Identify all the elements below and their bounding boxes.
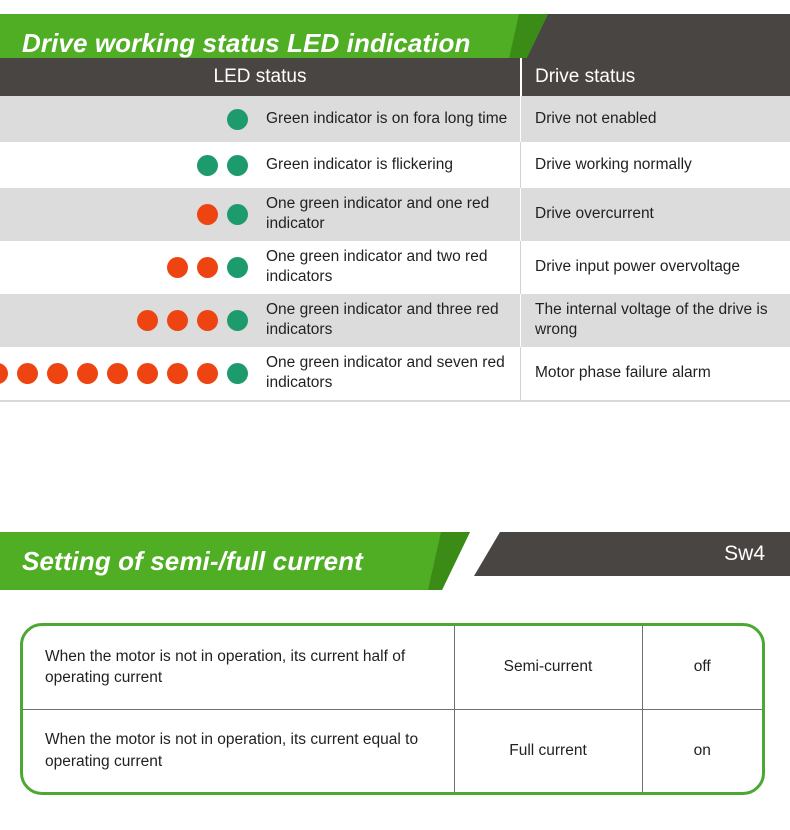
current-description-cell: When the motor is not in operation, its … — [23, 626, 455, 710]
led-dot-group — [0, 108, 250, 130]
drive-status-cell: Drive overcurrent — [520, 188, 790, 241]
table-row: One green indicator and two red indicato… — [0, 240, 790, 294]
table-row: When the motor is not in operation, its … — [23, 709, 762, 792]
led-green-dot-icon — [227, 362, 248, 384]
table-row: One green indicator and seven red indica… — [0, 346, 790, 400]
current-description-cell: When the motor is not in operation, its … — [23, 709, 455, 792]
drive-status-cell: Motor phase failure alarm — [520, 346, 790, 400]
table-row: Green indicator is flickering Drive worki… — [0, 142, 790, 188]
led-status-text: One green indicator and two red indicato… — [266, 247, 488, 286]
led-status-text: Green indicator is on fora long time — [266, 109, 508, 127]
current-mode-cell: Semi-current — [454, 626, 643, 710]
led-status-text: Green indicator is flickering — [266, 155, 453, 173]
led-red-dot-icon — [77, 362, 98, 384]
current-mode-cell: Full current — [454, 709, 643, 792]
switch-state-cell: off — [642, 626, 762, 710]
led-dot-group — [0, 203, 250, 225]
led-red-dot-icon — [167, 256, 188, 278]
led-status-cell: One green indicator and seven red indica… — [0, 347, 520, 400]
led-table-body: Green indicator is on fora long time Driv… — [0, 96, 790, 400]
led-status-cell: Green indicator is on fora long time — [0, 96, 520, 142]
led-red-dot-icon — [167, 309, 188, 331]
led-red-dot-icon — [137, 362, 158, 384]
led-red-dot-icon — [197, 362, 218, 384]
led-status-text: One green indicator and seven red indica… — [266, 353, 505, 392]
table-row: One green indicator and three red indica… — [0, 293, 790, 347]
led-red-dot-icon — [197, 203, 218, 225]
current-section-banner: Setting of semi-/full current Sw4 — [0, 518, 790, 590]
led-green-dot-icon — [227, 154, 248, 176]
table-row: One green indicator and one red indicato… — [0, 188, 790, 241]
led-red-dot-icon — [107, 362, 128, 384]
led-red-dot-icon — [167, 362, 188, 384]
led-status-cell: One green indicator and two red indicato… — [0, 241, 520, 294]
led-status-text: One green indicator and one red indicato… — [266, 195, 490, 233]
led-red-dot-icon — [47, 362, 68, 384]
led-dot-group — [0, 362, 250, 384]
table-row: Green indicator is on fora long time Driv… — [0, 96, 790, 142]
drive-status-cell: Drive input power overvoltage — [520, 240, 790, 294]
led-status-text: One green indicator and three red indica… — [266, 300, 499, 339]
led-green-dot-icon — [227, 203, 248, 225]
current-section-title: Setting of semi-/full current — [22, 546, 363, 576]
led-indication-section: Drive working status LED indication LED … — [0, 0, 790, 402]
led-dot-group — [0, 309, 250, 331]
led-dot-group — [0, 154, 250, 176]
led-status-cell: Green indicator is flickering — [0, 142, 520, 188]
led-section-banner: Drive working status LED indication — [0, 0, 790, 72]
switch-state-cell: on — [693, 741, 711, 759]
led-red-dot-icon — [0, 362, 8, 384]
led-table-bottom-rule — [0, 399, 790, 402]
led-red-dot-icon — [197, 309, 218, 331]
led-red-dot-icon — [17, 362, 38, 384]
current-setting-section: Setting of semi-/full current Sw4 When t… — [0, 518, 790, 795]
led-red-dot-icon — [137, 309, 158, 331]
led-green-dot-icon — [227, 309, 248, 331]
table-row: When the motor is not in operation, its … — [23, 626, 762, 710]
led-status-cell: One green indicator and one red indicato… — [0, 188, 520, 241]
led-red-dot-icon — [197, 256, 218, 278]
led-green-dot-icon — [227, 256, 248, 278]
current-setting-table: When the motor is not in operation, its … — [23, 626, 762, 792]
led-status-cell: One green indicator and three red indica… — [0, 294, 520, 347]
drive-status-cell: Drive working normally — [520, 142, 790, 188]
switch-label-sw4: Sw4 — [724, 542, 765, 565]
drive-status-cell: The internal voltage of the drive is wro… — [520, 293, 790, 347]
led-green-dot-icon — [227, 108, 248, 130]
column-header-drive-status: Drive status — [535, 66, 636, 87]
led-dot-group — [0, 256, 250, 278]
current-setting-table-box: When the motor is not in operation, its … — [20, 623, 765, 795]
led-green-dot-icon — [197, 154, 218, 176]
drive-status-cell: Drive not enabled — [520, 96, 790, 142]
led-section-title: Drive working status LED indication — [22, 28, 471, 58]
